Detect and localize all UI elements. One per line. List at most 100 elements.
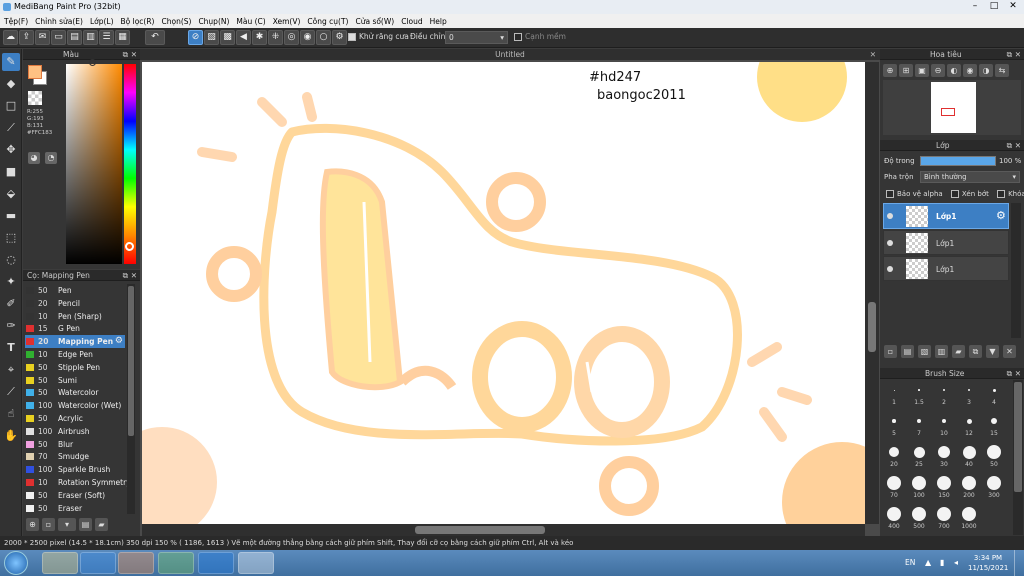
brush-size-dot[interactable] (938, 446, 950, 458)
popout-icon[interactable]: ⧉ (1007, 140, 1012, 151)
brush-size-dot[interactable] (962, 507, 976, 521)
antialias-checkbox[interactable] (348, 33, 356, 41)
lock-checkbox[interactable] (997, 190, 1006, 198)
list-icon[interactable]: ☰ (99, 30, 114, 45)
clipping-checkbox[interactable] (950, 190, 959, 198)
hue-slider-handle[interactable] (125, 242, 134, 251)
color-picker-cursor[interactable] (89, 59, 96, 66)
close-icon[interactable]: ✕ (131, 270, 137, 281)
new-brush-icon[interactable]: ▫ (42, 518, 55, 531)
brush-item[interactable]: 20 Mapping Pen ⚙ (25, 335, 125, 349)
brush-item[interactable]: 100 Airbrush (25, 425, 125, 438)
chat-icon[interactable]: ▭ (51, 30, 66, 45)
eraser-tool-icon[interactable]: ◆ (2, 75, 20, 93)
brush-size-dot[interactable] (937, 507, 951, 521)
select-tool-icon[interactable]: ⬚ (2, 229, 20, 247)
brush-settings-icon[interactable]: ▤ (79, 518, 92, 531)
color-history-icon[interactable]: ◔ (45, 152, 57, 164)
popout-icon[interactable]: ⧉ (123, 49, 128, 60)
navigator-thumbnail[interactable] (931, 82, 976, 133)
navigator-viewport[interactable] (941, 108, 955, 116)
eye-icon[interactable] (887, 240, 893, 246)
canvas-tab[interactable]: Untitled ✕ (140, 49, 880, 60)
canvas-vertical-scrollbar[interactable] (865, 62, 879, 524)
network-icon[interactable]: ▮ (940, 558, 944, 567)
menu-color[interactable]: Màu (C) (236, 17, 265, 26)
brush-size-dot[interactable] (943, 389, 945, 391)
eye-icon[interactable] (887, 266, 893, 272)
drawing-canvas[interactable]: #hd247 baongoc2011 (142, 62, 865, 524)
menu-layer[interactable]: Lớp(L) (90, 17, 114, 26)
foreground-color-swatch[interactable] (28, 65, 42, 79)
brush-size-scrollbar[interactable] (1013, 380, 1023, 535)
rotate-reset-icon[interactable]: ◉ (963, 64, 977, 77)
close-icon[interactable]: ✕ (870, 49, 876, 60)
scrollbar-thumb[interactable] (128, 286, 134, 436)
undo-icon[interactable]: ↶ (145, 30, 165, 45)
dot-tool-icon[interactable]: □ (2, 97, 20, 115)
delete-layer-icon[interactable]: ✕ (1003, 345, 1016, 358)
layer-row[interactable]: Lớp1 (883, 230, 1009, 255)
brush-size-dot[interactable] (889, 447, 899, 457)
brush-size-dot[interactable] (913, 446, 925, 458)
tray-arrow-icon[interactable]: ▲ (925, 558, 931, 567)
brush-size-dot[interactable] (918, 389, 920, 391)
show-desktop-button[interactable] (1014, 550, 1024, 576)
media-player-icon[interactable] (118, 552, 154, 574)
folder-icon[interactable]: ▰ (95, 518, 108, 531)
maximize-button[interactable]: □ (985, 0, 1003, 13)
scrollbar-thumb[interactable] (1014, 382, 1022, 492)
brush-item[interactable]: 50 Blur (25, 438, 125, 451)
brush-item[interactable]: 50 Pen (25, 284, 125, 297)
menu-file[interactable]: Tệp(F) (4, 17, 28, 26)
brush-size-dot[interactable] (987, 476, 1001, 490)
hue-slider[interactable] (124, 64, 136, 264)
eye-icon[interactable] (887, 213, 893, 219)
text-tool-icon[interactable]: T (2, 339, 20, 357)
menu-edit[interactable]: Chỉnh sửa(E) (35, 17, 83, 26)
explorer-icon[interactable] (42, 552, 78, 574)
menu-view[interactable]: Xem(V) (273, 17, 301, 26)
radial-snap-icon[interactable]: ✱ (252, 30, 267, 45)
close-icon[interactable]: ✕ (1015, 368, 1021, 379)
document-icon[interactable]: ▥ (83, 30, 98, 45)
zoom-out-icon[interactable]: ⊖ (931, 64, 945, 77)
brush-size-dot[interactable] (887, 476, 901, 490)
layer-row[interactable]: Lớp1 (883, 256, 1009, 281)
circle-snap-icon[interactable]: ◎ (284, 30, 299, 45)
language-indicator[interactable]: EN (905, 558, 915, 567)
operation-tool-icon[interactable]: ☝ (2, 405, 20, 423)
menu-tools[interactable]: Công cụ(T) (307, 17, 348, 26)
divide-tool-icon[interactable]: ⌖ (2, 361, 20, 379)
zoom-in-icon[interactable]: ⊕ (883, 64, 897, 77)
adjust-select[interactable]: 0 ▾ (445, 31, 508, 44)
saturation-value-picker[interactable] (66, 64, 122, 264)
flip-icon[interactable]: ⇆ (995, 64, 1009, 77)
parallel-snap-icon[interactable]: ▧ (204, 30, 219, 45)
ie-icon[interactable] (80, 552, 116, 574)
brush-size-dot[interactable] (987, 445, 1001, 459)
blend-mode-select[interactable]: Bình thường ▾ (920, 171, 1020, 183)
close-icon[interactable]: ✕ (1015, 49, 1021, 60)
menu-cloud[interactable]: Cloud (401, 17, 422, 26)
cross-snap-icon[interactable]: ▩ (220, 30, 235, 45)
brush-menu-icon[interactable]: ▾ (58, 518, 76, 531)
zoom-fit-icon[interactable]: ⊞ (899, 64, 913, 77)
cloud-icon[interactable]: ☁ (3, 30, 18, 45)
volume-icon[interactable]: ◂ (954, 558, 958, 567)
brush-item[interactable]: 50 Sumi (25, 374, 125, 387)
brush-size-dot[interactable] (941, 418, 947, 424)
layer-row[interactable]: Lớp1 ⚙ (883, 203, 1009, 229)
duplicate-layer-icon[interactable]: ⧉ (969, 345, 982, 358)
brush-size-dot[interactable] (887, 507, 901, 521)
ellipse-snap-icon[interactable]: ◉ (300, 30, 315, 45)
export-icon[interactable]: ⇪ (19, 30, 34, 45)
brush-item[interactable]: 50 Stipple Pen (25, 361, 125, 374)
bucket-tool-icon[interactable]: ⬙ (2, 185, 20, 203)
hand-tool-icon[interactable]: ✋ (2, 427, 20, 445)
menu-window[interactable]: Cửa sổ(W) (355, 17, 394, 26)
popout-icon[interactable]: ⧉ (123, 270, 128, 281)
merge-down-icon[interactable]: ▼ (986, 345, 999, 358)
gear-icon[interactable]: ⚙ (996, 209, 1006, 222)
zoom-actual-icon[interactable]: ▣ (915, 64, 929, 77)
